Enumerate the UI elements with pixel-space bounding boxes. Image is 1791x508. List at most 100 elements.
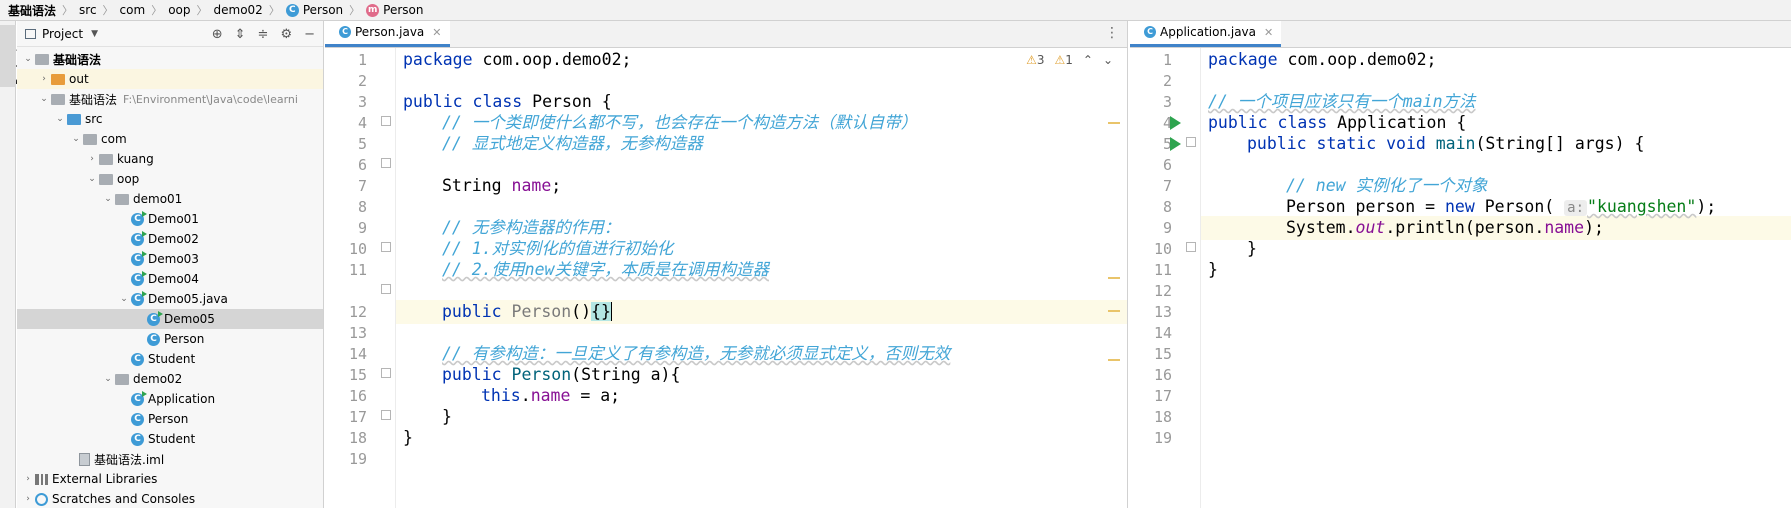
package-icon [99,173,113,185]
tree-item-external-libraries[interactable]: › External Libraries [17,469,323,489]
error-stripe-mark[interactable] [1108,359,1120,361]
tree-item-demo01[interactable]: ⌄ demo01 [17,189,323,209]
chevron-down-icon[interactable]: ⌄ [101,194,115,204]
code-token: () [571,302,592,321]
run-main-icon[interactable] [1170,137,1181,151]
project-panel-title[interactable]: Project [42,27,83,41]
close-icon[interactable]: ✕ [1264,26,1273,39]
tree-item-demo02[interactable]: ⌄ demo02 [17,369,323,389]
tree-item-root[interactable]: ⌄ 基础语法 [17,49,323,69]
error-stripe-mark[interactable] [1108,122,1120,124]
chevron-right-icon: 〉 [268,4,280,17]
tree-item-label: oop [117,172,140,186]
tree-item-scratches[interactable]: › Scratches and Consoles [17,489,323,508]
code-token: ); [1696,197,1717,216]
code-token: public class [1208,113,1328,132]
tree-item-label: demo01 [133,192,183,206]
more-options-icon[interactable]: ⋮ [1105,26,1119,40]
tree-item-demo02-class[interactable]: C Demo02 [17,229,323,249]
chevron-down-icon[interactable]: ⌄ [101,374,115,384]
tree-item-label: Person [148,412,189,426]
fold-icon[interactable] [381,242,391,252]
breadcrumb: 基础语法 〉 src 〉 com 〉 oop 〉 demo02 〉 C Perso… [0,0,1791,21]
fold-icon[interactable] [1186,137,1196,147]
fold-icon[interactable] [381,116,391,126]
chevron-up-icon[interactable]: ⌃ [1083,53,1093,67]
code-token: (String a){ [571,365,681,384]
code-comment: // 一个类即使什么都不写，也会存在一个构造方法（默认自带） [442,113,918,132]
breadcrumb-item-class-person[interactable]: C Person [285,3,343,17]
tree-item-oop[interactable]: ⌄ oop [17,169,323,189]
close-icon[interactable]: ✕ [432,26,441,39]
tree-item-module[interactable]: ⌄ 基础语法 F:\Environment\Java\code\learni [17,89,323,109]
chevron-right-icon[interactable]: › [37,74,51,84]
runnable-class-icon: C [131,390,147,406]
chevron-down-icon[interactable]: ⌄ [1103,53,1113,67]
tree-item-demo05-file[interactable]: ⌄ C Demo05.java [17,289,323,309]
code-token: "kuangshen" [1587,197,1697,216]
inspection-widget[interactable]: ⚠3 ⚠1 ⌃ ⌄ [1026,53,1113,67]
code-token: } [1247,239,1257,258]
fold-icon[interactable] [381,158,391,168]
project-panel: Project ▼ ⊕ ⇕ ≑ ⚙ − ⌄ 基础语法 › out ⌄ 基础语法 … [17,21,324,508]
code-comment: // new 实例化了一个对象 [1286,176,1488,195]
chevron-right-icon[interactable]: › [85,154,99,164]
tree-item-demo05-class[interactable]: C Demo05 [17,309,323,329]
code-token: com.oop.demo02; [472,50,632,69]
expand-all-icon[interactable]: ⇕ [235,27,246,42]
tree-item-person-class[interactable]: C Person [17,409,323,429]
run-class-icon[interactable] [1170,116,1181,130]
tree-item-out[interactable]: › out [17,69,323,89]
chevron-down-icon[interactable]: ⌄ [21,54,35,64]
tree-item-kuang[interactable]: › kuang [17,149,323,169]
fold-icon[interactable] [381,410,391,420]
chevron-right-icon[interactable]: › [21,474,35,484]
fold-icon[interactable] [1186,242,1196,252]
tree-item-demo05-person[interactable]: C Person [17,329,323,349]
chevron-down-icon[interactable]: ⌄ [53,114,67,124]
error-stripe-mark[interactable] [1108,310,1120,312]
tree-item-demo01-class[interactable]: C Demo01 [17,209,323,229]
code-token: Application { [1327,113,1467,132]
tree-item-src[interactable]: ⌄ src [17,109,323,129]
breadcrumb-item-method-person[interactable]: m Person [366,3,423,17]
fold-icon[interactable] [381,284,391,294]
chevron-down-icon[interactable]: ⌄ [117,294,131,304]
minimize-icon[interactable]: − [304,27,315,42]
breadcrumb-item-com[interactable]: com [120,3,146,17]
chevron-right-icon: 〉 [151,4,163,17]
error-stripe-mark[interactable] [1108,277,1120,279]
fold-icon[interactable] [381,368,391,378]
chevron-down-icon[interactable]: ▼ [91,29,98,39]
chevron-down-icon[interactable]: ⌄ [69,134,83,144]
tree-item-application-class[interactable]: C Application [17,389,323,409]
tab-application-java[interactable]: C Application.java ✕ [1130,21,1282,47]
tree-item-com[interactable]: ⌄ com [17,129,323,149]
collapse-all-icon[interactable]: ≑ [258,27,269,42]
breadcrumb-item-oop[interactable]: oop [168,3,190,17]
code-token: out [1355,218,1386,237]
breadcrumb-item-src[interactable]: src [79,3,97,17]
code-token: {} [591,302,611,321]
chevron-down-icon[interactable]: ⌄ [85,174,99,184]
locate-icon[interactable]: ⊕ [212,27,223,42]
tree-item-demo03-class[interactable]: C Demo03 [17,249,323,269]
code-token: ; [551,176,562,195]
chevron-right-icon[interactable]: › [21,494,35,504]
tree-item-demo04-class[interactable]: C Demo04 [17,269,323,289]
runnable-class-icon: C [131,210,147,226]
breadcrumb-item-demo02[interactable]: demo02 [214,3,263,17]
project-tool-tab[interactable]: Project [0,25,27,87]
breadcrumb-item-project[interactable]: 基础语法 [8,2,56,19]
class-icon: C [131,432,144,446]
gear-icon[interactable]: ⚙ [280,27,292,42]
chevron-down-icon[interactable]: ⌄ [37,94,51,104]
tree-item-student2-class[interactable]: C Student [17,429,323,449]
code-token: Person person = [1286,197,1445,216]
tree-item-student-class[interactable]: C Student [17,349,323,369]
tab-person-java[interactable]: C Person.java ✕ [325,21,450,47]
code-token: this [481,386,521,405]
code-token: = a; [570,386,621,405]
tree-item-iml[interactable]: 基础语法.iml [17,449,323,469]
code-token: package [403,50,473,69]
